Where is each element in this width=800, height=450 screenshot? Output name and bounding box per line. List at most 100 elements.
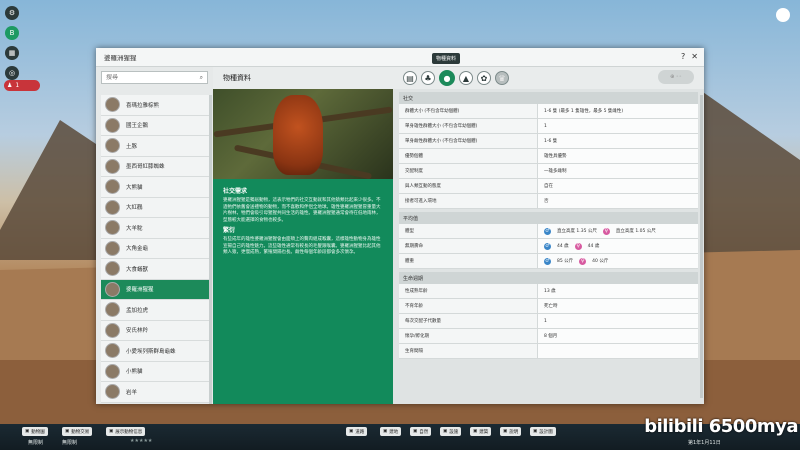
- details-section: 社交 群體大小 (不包含年幼個體) 1-6 隻 (最多 1 隻雄性，最多 5 隻雌性…: [399, 92, 698, 209]
- calendar-icon[interactable]: ▦: [5, 46, 19, 60]
- build-tool-button[interactable]: ▣ 道路: [346, 427, 368, 436]
- species-info-header: 物種資料: [213, 67, 393, 89]
- tab-tree-icon[interactable]: ♣: [421, 71, 435, 85]
- details-value-text: 1: [544, 318, 547, 324]
- species-list-label: 小愛埃列斯群島龜蛛: [126, 348, 176, 355]
- species-list-item[interactable]: 小熊貓: [101, 361, 212, 382]
- details-row: 無期壽命 ♂ 44 歲 ♀ 44 歲: [399, 239, 698, 254]
- build-tool-button[interactable]: ▣ 設計圖: [530, 427, 556, 436]
- species-avatar: [105, 302, 120, 318]
- build-tool-button[interactable]: ▣ 設施: [440, 427, 462, 436]
- details-value: 死亡時: [538, 299, 698, 313]
- species-list-item[interactable]: 大羊駝: [101, 218, 212, 239]
- species-list-item[interactable]: 大角金龜: [101, 238, 212, 259]
- details-key: 生育間隔: [399, 344, 538, 358]
- species-list-label: 婆羅洲猩猩: [126, 287, 154, 294]
- tool-label: 說明: [509, 429, 519, 435]
- species-list-label: 安氏林羚: [126, 328, 149, 335]
- tool-label: 設計圖: [539, 429, 553, 435]
- zoo-icon[interactable]: B: [5, 26, 19, 40]
- details-row: 體重 ♂ 85 公斤 ♀ 40 公斤: [399, 254, 698, 269]
- globe-icon[interactable]: ◎: [5, 66, 19, 80]
- male-icon: ♂: [544, 242, 551, 250]
- compare-button[interactable]: ⊕ ◦◦: [658, 70, 694, 84]
- details-row: 性成熟年齡 13 歲: [399, 284, 698, 299]
- details-section-title: 生命週期: [399, 272, 698, 284]
- species-list-item[interactable]: 大紅鸛: [101, 197, 212, 218]
- guest-alert-badge[interactable]: ♟ 1: [4, 80, 40, 91]
- tab-paw-icon[interactable]: ✿: [477, 71, 491, 85]
- species-list-label: 孟加拉虎: [126, 307, 149, 314]
- details-key: 交配制度: [399, 164, 538, 178]
- species-list-item[interactable]: 喜瑪拉雅棕熊: [101, 95, 212, 116]
- male-value: 85 公斤: [557, 259, 574, 264]
- info-icon: ▣: [109, 429, 114, 434]
- species-list-scrollbar[interactable]: [209, 95, 212, 404]
- details-value-text: 死亡時: [544, 304, 558, 309]
- details-value: 8 個月: [538, 329, 698, 343]
- tool-label: 建築: [479, 429, 489, 435]
- help-button[interactable]: ?: [681, 52, 685, 61]
- species-list-item[interactable]: 大食蟻獸: [101, 259, 212, 280]
- tab-habitat-icon[interactable]: ▲: [459, 71, 473, 85]
- species-avatar: [105, 343, 120, 359]
- details-key: 與人類互動的態度: [399, 179, 538, 193]
- top-right-indicator[interactable]: [776, 8, 790, 22]
- species-list-panel: ⌕ 喜瑪拉雅棕熊國王企鵝土豚墨西哥紅膝蜘蛛大熊貓大紅鸛大羊駝大角金龜大食蟻獸婆羅…: [96, 67, 213, 404]
- details-scrollbar[interactable]: [700, 95, 703, 398]
- details-value: ♂ 直立高度 1.35 公尺 ♀ 直立高度 1.05 公尺: [538, 224, 698, 238]
- details-value: 1: [538, 314, 698, 328]
- details-value: ♂ 85 公斤 ♀ 40 公斤: [538, 254, 698, 268]
- tool-icon: ▣: [383, 429, 388, 434]
- details-value: 一雄多雌制: [538, 164, 698, 178]
- search-box[interactable]: ⌕: [101, 71, 208, 84]
- species-list-label: 土豚: [126, 143, 138, 150]
- window-controls: ? ✕: [681, 52, 698, 61]
- species-list-item[interactable]: 岩羊: [101, 382, 212, 403]
- show-info-button[interactable]: ▣ 展示動物信息: [106, 427, 146, 436]
- build-tool-button[interactable]: ▣ 說明: [500, 427, 522, 436]
- settings-icon[interactable]: ⚙: [5, 6, 19, 20]
- species-list-item[interactable]: 大熊貓: [101, 177, 212, 198]
- guest-alert-count: 1: [15, 82, 20, 89]
- details-key: 體型: [399, 224, 538, 238]
- zoo-button[interactable]: ▣ 動物園: [22, 427, 48, 436]
- species-list-item[interactable]: 土豚: [101, 136, 212, 157]
- species-list-item[interactable]: 孟加拉虎: [101, 300, 212, 321]
- build-tool-button[interactable]: ▣ 建築: [470, 427, 492, 436]
- window-title: 婆羅洲猩猩: [96, 48, 704, 67]
- details-key: 單身雌性群體大小 (不包含年幼個體): [399, 134, 538, 148]
- species-list-item[interactable]: 墨西哥紅膝蜘蛛: [101, 156, 212, 177]
- species-list-label: 墨西哥紅膝蜘蛛: [126, 164, 165, 171]
- hud-left-toolbar: ⚙ B ▦ ◎: [4, 6, 20, 80]
- social-needs-title: 社交需求: [223, 188, 248, 195]
- details-row: 生育間隔: [399, 344, 698, 359]
- tab-droplet-icon[interactable]: ●: [439, 70, 455, 86]
- trade-button[interactable]: ▣ 動物交易: [62, 427, 93, 436]
- species-list-item[interactable]: 國王企鵝: [101, 115, 212, 136]
- details-row: 每次交配子代數量 1: [399, 314, 698, 329]
- details-value-text: 自在: [544, 184, 553, 189]
- tab-tooltip: 物種資料: [432, 53, 461, 64]
- watermark-logo: bilibili 6500mya: [644, 416, 798, 437]
- details-key: 每次交配子代數量: [399, 314, 538, 328]
- build-tool-button[interactable]: ▣ 自然: [410, 427, 432, 436]
- trade-icon: ▣: [65, 429, 70, 434]
- details-value-text: 否: [544, 199, 549, 204]
- search-icon[interactable]: ⌕: [200, 74, 203, 82]
- male-value: 直立高度 1.35 公尺: [557, 229, 597, 234]
- build-tool-button[interactable]: ▣ 建地: [380, 427, 402, 436]
- species-list-item[interactable]: 小愛埃列斯群島龜蛛: [101, 341, 212, 362]
- tab-trophy-icon[interactable]: ♛: [495, 71, 509, 85]
- species-list-item[interactable]: 安氏林羚: [101, 320, 212, 341]
- close-button[interactable]: ✕: [691, 52, 698, 61]
- details-row: 與人類互動的態度 自在: [399, 179, 698, 194]
- social-needs-text: 婆羅洲猩猩是獨居動物，這表示牠們的社交互動就和其他猿類比起來少很多。不過牠們依舊…: [223, 198, 381, 223]
- tab-book-icon[interactable]: ▤: [403, 71, 417, 85]
- species-list-item[interactable]: 婆羅洲猩猩: [101, 279, 212, 300]
- tool-icon: ▣: [413, 429, 418, 434]
- details-row: 優勢個體 雄性具優勢: [399, 149, 698, 164]
- info-tabs: ▤ ♣ ● ▲ ✿ ♛ ⊕ ◦◦: [393, 67, 704, 89]
- details-value-text: 1: [544, 123, 547, 129]
- search-input[interactable]: [106, 74, 186, 81]
